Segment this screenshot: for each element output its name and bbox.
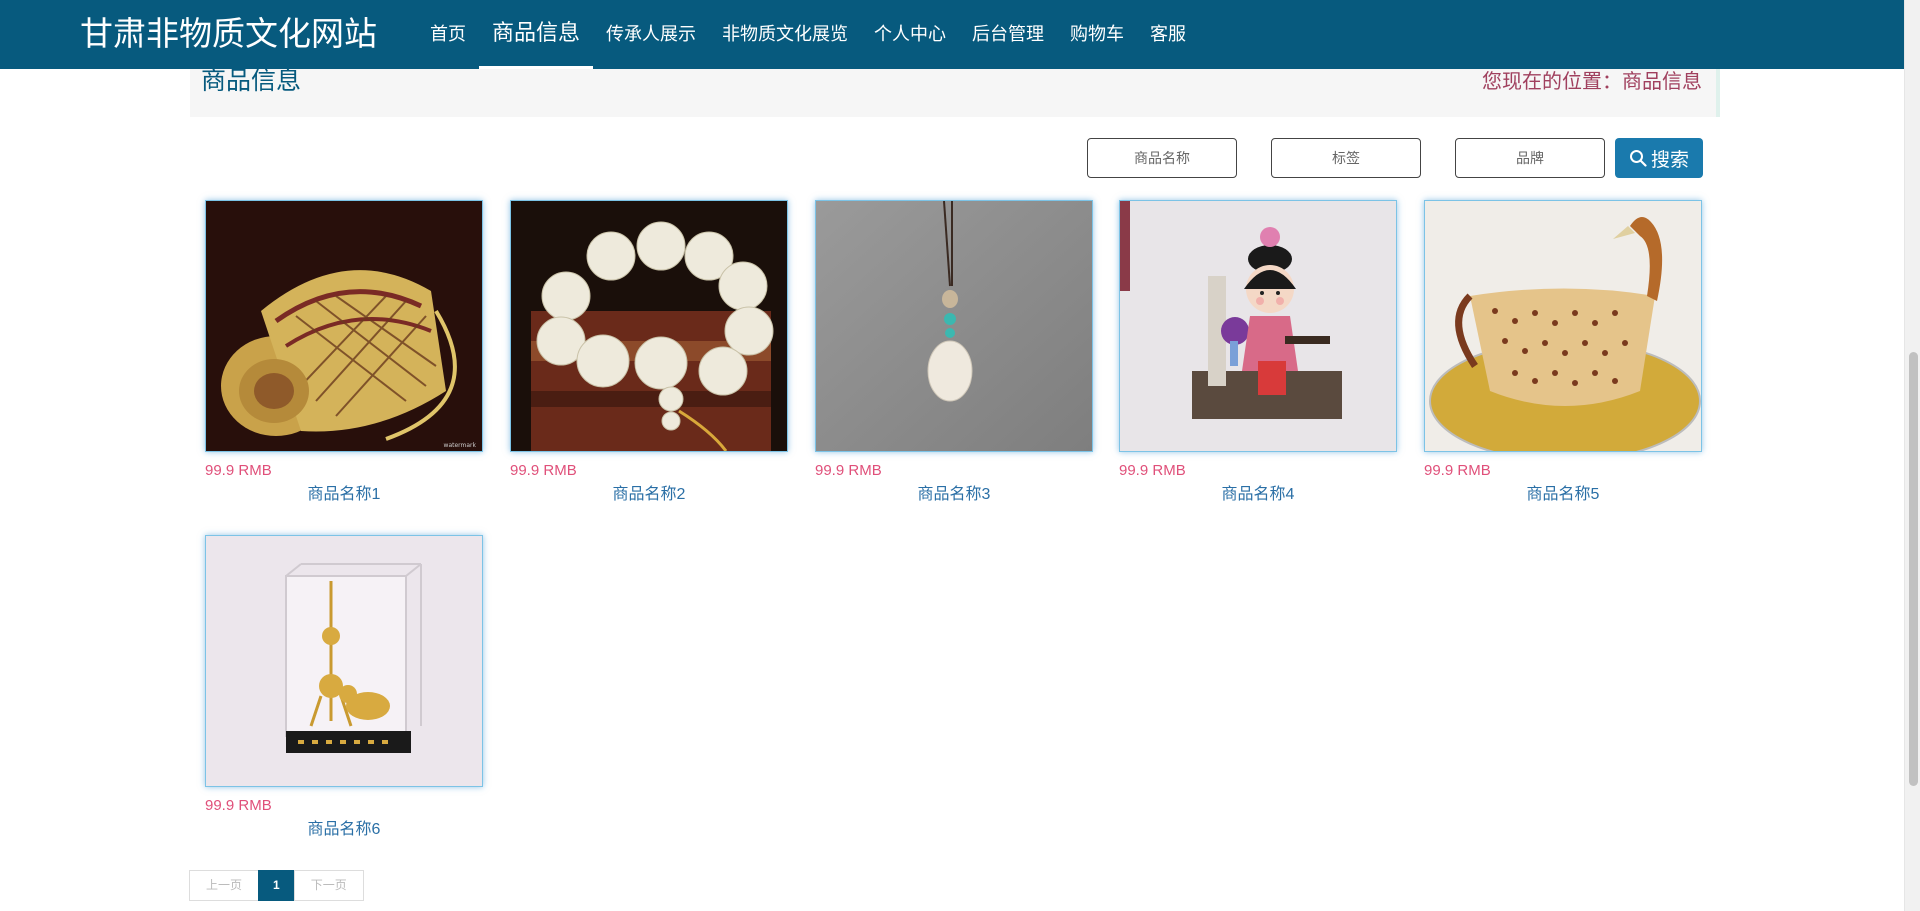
- product-card: 99.9 RMB 商品名称3: [815, 200, 1093, 505]
- nav-service[interactable]: 客服: [1137, 0, 1199, 69]
- brand-input[interactable]: [1455, 138, 1605, 178]
- product-price: 99.9 RMB: [1424, 462, 1491, 479]
- product-name[interactable]: 商品名称4: [1119, 485, 1397, 505]
- nav-home[interactable]: 首页: [417, 0, 479, 69]
- product-image[interactable]: [1424, 200, 1702, 452]
- nav-admin[interactable]: 后台管理: [959, 0, 1057, 69]
- search-icon: [1629, 150, 1647, 167]
- product-price: 99.9 RMB: [510, 462, 577, 479]
- product-card: watermark 99.9 RMB 商品名称1: [205, 200, 483, 505]
- product-image[interactable]: [1119, 200, 1397, 452]
- breadcrumb: 您现在的位置：商品信息: [1482, 71, 1702, 93]
- next-page-button[interactable]: 下一页: [293, 870, 364, 901]
- product-image[interactable]: [815, 200, 1093, 452]
- product-price: 99.9 RMB: [815, 462, 882, 479]
- search-button[interactable]: 搜索: [1615, 138, 1703, 178]
- product-image[interactable]: [205, 535, 483, 787]
- product-name[interactable]: 商品名称6: [205, 820, 483, 840]
- product-name[interactable]: 商品名称1: [205, 485, 483, 505]
- page-header: 商品信息 您现在的位置：商品信息: [190, 61, 1720, 117]
- product-image[interactable]: [510, 200, 788, 452]
- product-card: 99.9 RMB 商品名称4: [1119, 200, 1397, 505]
- top-navbar: 甘肃非物质文化网站 首页 商品信息 传承人展示 非物质文化展览 个人中心 后台管…: [0, 0, 1904, 69]
- svg-text:watermark: watermark: [444, 442, 477, 449]
- nav-products[interactable]: 商品信息: [479, 0, 594, 69]
- product-name[interactable]: 商品名称5: [1424, 485, 1702, 505]
- nav-personal-center[interactable]: 个人中心: [861, 0, 959, 69]
- product-price: 99.9 RMB: [205, 797, 272, 814]
- product-image[interactable]: watermark: [205, 200, 483, 452]
- product-price: 99.9 RMB: [205, 462, 272, 479]
- scrollbar-thumb[interactable]: [1909, 352, 1918, 786]
- current-page[interactable]: 1: [258, 870, 295, 901]
- pagination: 上一页 1 下一页: [189, 870, 364, 901]
- product-name[interactable]: 商品名称3: [815, 485, 1093, 505]
- search-button-label: 搜索: [1650, 149, 1689, 171]
- product-price: 99.9 RMB: [1119, 462, 1186, 479]
- product-card: 99.9 RMB 商品名称6: [205, 535, 483, 840]
- nav-inheritors[interactable]: 传承人展示: [593, 0, 709, 69]
- vertical-scrollbar[interactable]: [1904, 0, 1920, 911]
- site-brand[interactable]: 甘肃非物质文化网站: [80, 14, 377, 54]
- product-card: 99.9 RMB 商品名称2: [510, 200, 788, 505]
- main-nav: 首页 商品信息 传承人展示 非物质文化展览 个人中心 后台管理 购物车 客服: [417, 0, 1199, 69]
- nav-cart[interactable]: 购物车: [1057, 0, 1137, 69]
- tag-input[interactable]: [1271, 138, 1421, 178]
- product-name-input[interactable]: [1087, 138, 1237, 178]
- prev-page-button[interactable]: 上一页: [189, 870, 260, 901]
- nav-exhibition[interactable]: 非物质文化展览: [709, 0, 861, 69]
- product-name[interactable]: 商品名称2: [510, 485, 788, 505]
- product-card: 99.9 RMB 商品名称5: [1424, 200, 1702, 505]
